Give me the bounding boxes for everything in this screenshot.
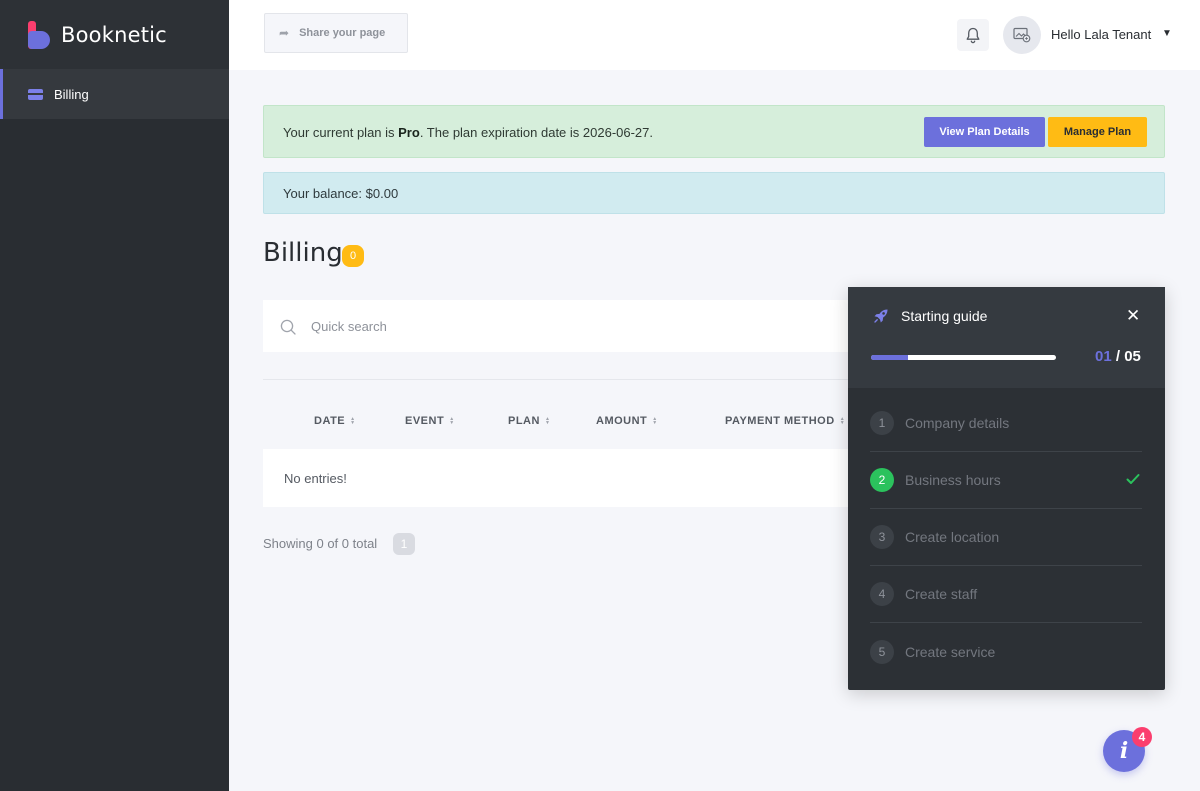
chevron-down-icon[interactable]: ▼ [1162,28,1172,39]
guide-step-create-location[interactable]: 3 Create location [870,509,1142,566]
guide-step-create-staff[interactable]: 4 Create staff [870,566,1142,623]
guide-step-counter: 01 / 05 [1095,348,1141,365]
step-number: 3 [870,525,894,549]
booknetic-logo-icon [28,20,50,49]
credit-card-icon [28,88,43,100]
plan-name: Pro [398,125,420,140]
column-header-plan[interactable]: PLAN ▲ ▼ [508,415,550,427]
guide-step-create-service[interactable]: 5 Create service [870,623,1142,680]
column-header-event[interactable]: EVENT ▲ ▼ [405,415,455,427]
sort-icon: ▲ ▼ [839,416,846,426]
empty-message: No entries! [284,471,347,486]
sort-icon: ▲ ▼ [449,416,455,426]
step-label: Company details [905,415,1010,431]
user-avatar-icon [1013,27,1031,43]
step-number: 2 [870,468,894,492]
step-label: Create service [905,643,996,660]
user-avatar[interactable] [1003,16,1041,54]
column-header-amount[interactable]: AMOUNT ▲ ▼ [596,415,658,427]
notifications-button[interactable] [957,19,989,51]
plan-alert-text: Your current plan is Pro. The plan expir… [283,125,654,140]
guide-step-business-hours[interactable]: 2 Business hours [870,452,1142,509]
pagination-page-1[interactable]: 1 [393,533,415,555]
close-icon[interactable]: ✕ [1126,306,1140,326]
pagination-summary: Showing 0 of 0 total [263,536,378,551]
starting-guide-header: Starting guide ✕ 01 / 05 [848,287,1165,388]
checkmark-icon [1126,474,1140,484]
brand-logo[interactable]: Booknetic [0,0,229,69]
sort-icon: ▲ ▼ [652,416,658,426]
top-header: ➦ Share your page Hello Lala Tenant ▼ [229,0,1200,70]
guide-progress-bar [871,355,1056,360]
share-page-button[interactable]: ➦ Share your page [264,13,408,53]
count-badge: 0 [342,245,364,267]
step-label: Create staff [905,586,978,602]
column-header-date[interactable]: DATE ▲ ▼ [314,415,356,427]
brand-name: Booknetic [61,22,167,47]
step-number: 1 [870,411,894,435]
sort-icon: ▲ ▼ [544,416,551,426]
bell-icon [966,27,980,43]
rocket-icon [874,309,888,323]
step-label: Create location [905,529,1000,545]
user-greeting[interactable]: Hello Lala Tenant [1051,27,1151,42]
search-input[interactable] [311,314,811,338]
starting-guide-panel: Starting guide ✕ 01 / 05 1 Company detai… [848,287,1165,690]
sidebar-item-label: Billing [54,86,89,102]
help-notification-badge: 4 [1132,727,1152,747]
search-icon [280,319,296,335]
guide-step-company-details[interactable]: 1 Company details [870,395,1142,452]
column-header-payment-method[interactable]: PAYMENT METHOD ▲ ▼ [725,415,845,427]
view-plan-details-button[interactable]: View Plan Details [924,117,1045,147]
step-number: 4 [870,582,894,606]
balance-alert: Your balance: $0.00 [263,172,1165,214]
step-number: 5 [870,639,894,664]
manage-plan-button[interactable]: Manage Plan [1048,117,1147,147]
guide-progress-fill [871,355,908,360]
sidebar: Booknetic Billing [0,0,229,791]
sidebar-item-billing[interactable]: Billing [0,69,229,119]
page-title: Billing [263,238,343,268]
step-label: Business hours [905,472,1001,488]
sort-icon: ▲ ▼ [350,416,356,426]
share-arrow-icon: ➦ [279,26,290,40]
plan-alert: Your current plan is Pro. The plan expir… [263,105,1165,158]
starting-guide-title: Starting guide [901,308,988,324]
share-page-label: Share your page [299,27,386,39]
